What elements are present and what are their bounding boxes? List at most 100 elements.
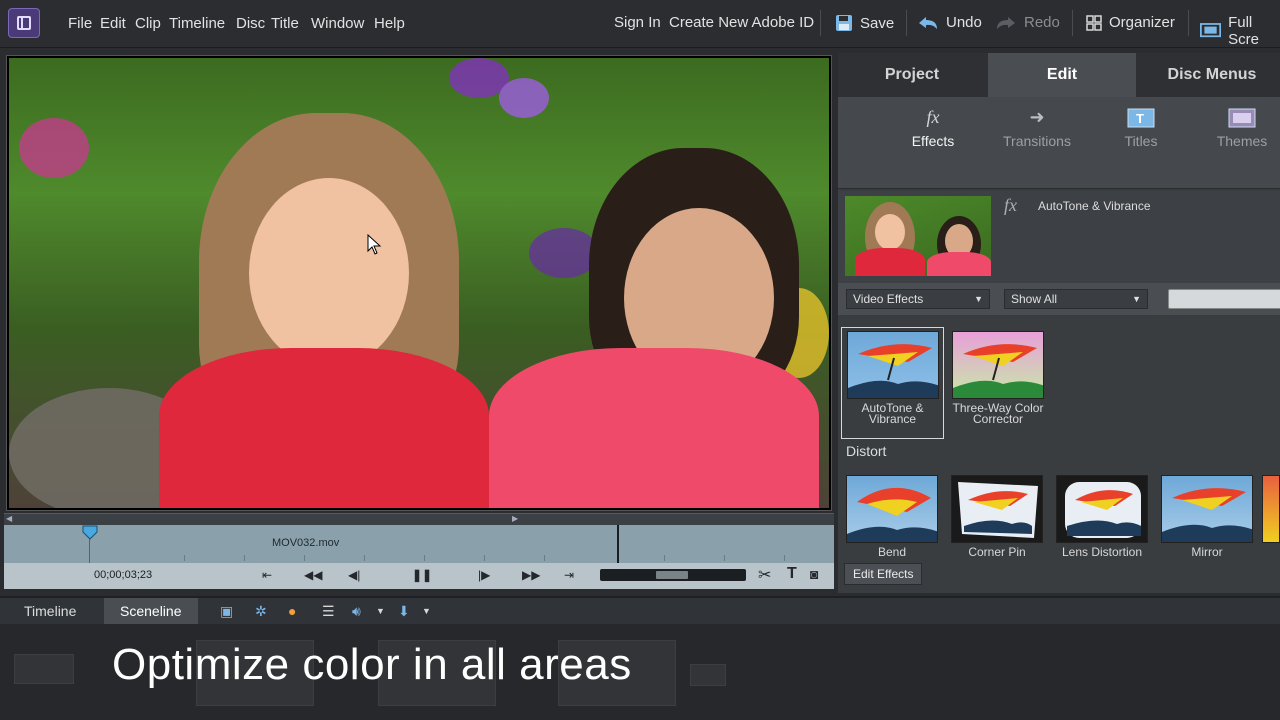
toolbar-divider <box>1072 10 1073 36</box>
save-button[interactable]: Save <box>835 14 894 32</box>
app-logo-icon[interactable] <box>8 8 40 38</box>
effects-gallery: AutoTone & Vibrance Three-Way Color Corr… <box>838 321 1280 557</box>
effect-three-way-color-corrector[interactable]: Three-Way Color Corrector <box>948 331 1048 425</box>
monitor-scrub-bar[interactable]: ◀ ▶ <box>4 513 834 525</box>
effect-label: Bend <box>877 545 907 557</box>
show-filter-value: Show All <box>1011 292 1058 306</box>
subtab-effects-label: Effects <box>911 133 955 149</box>
show-filter-dropdown[interactable]: Show All ▼ <box>1004 289 1148 309</box>
panel-tab-bar: Project Edit Disc Menus <box>838 53 1280 97</box>
mouse-cursor-icon <box>367 234 382 255</box>
transition-slot[interactable] <box>690 664 726 686</box>
effect-bend[interactable]: Bend <box>842 475 942 557</box>
transitions-icon: ➜ <box>1029 107 1045 127</box>
organizer-grid-icon <box>1086 14 1102 31</box>
go-to-in-icon[interactable]: ⇤ <box>262 568 272 582</box>
clip-name-label: MOV032.mov <box>272 537 340 549</box>
menu-timeline[interactable]: Timeline <box>169 15 225 32</box>
narration-list-icon[interactable]: ☰ <box>322 603 335 620</box>
edit-effects-button[interactable]: Edit Effects <box>844 563 923 585</box>
tab-edit[interactable]: Edit <box>988 53 1136 97</box>
subtab-titles-label: Titles <box>1124 133 1158 149</box>
mini-timeline-ruler[interactable]: MOV032.mov <box>4 525 834 563</box>
svg-text:T: T <box>1136 111 1144 126</box>
organizer-button[interactable]: Organizer <box>1086 14 1175 31</box>
redo-button[interactable]: Redo <box>995 14 1060 31</box>
subtab-themes[interactable]: Themes <box>1192 107 1280 149</box>
tab-timeline[interactable]: Timeline <box>8 598 92 624</box>
audio-volume-icon[interactable]: 🔊︎ <box>352 603 361 620</box>
full-screen-button[interactable]: Full Scre <box>1200 14 1280 48</box>
save-icon <box>836 15 852 31</box>
menu-title[interactable]: Title <box>271 15 299 32</box>
menu-file[interactable]: File <box>68 15 92 32</box>
create-adobe-id-link[interactable]: Create New Adobe ID <box>669 14 814 31</box>
effect-label: Lens Distortion <box>1061 545 1143 557</box>
effect-corner-pin[interactable]: Corner Pin <box>947 475 1047 557</box>
chevron-down-icon: ▼ <box>974 294 983 304</box>
toolbar-divider <box>1188 10 1189 36</box>
effects-filter-bar: Video Effects ▼ Show All ▼ <box>838 283 1280 315</box>
tab-disc-menus[interactable]: Disc Menus <box>1138 53 1280 97</box>
effect-category-value: Video Effects <box>853 292 924 306</box>
go-to-out-icon[interactable]: ⇥ <box>564 568 574 582</box>
chevron-down-icon[interactable]: ▼ <box>422 606 431 616</box>
video-preview[interactable] <box>9 58 829 508</box>
toolbar-divider <box>820 10 821 36</box>
scrub-end-marker-icon: ▶ <box>512 514 519 523</box>
premiere-elements-window: File Edit Clip Timeline Disc Title Windo… <box>0 0 1280 720</box>
effects-search-input[interactable] <box>1168 289 1280 309</box>
smart-trim-icon[interactable]: ✲ <box>255 603 267 620</box>
effect-autotone-vibrance[interactable]: AutoTone & Vibrance <box>841 327 944 439</box>
playhead-line <box>89 539 90 563</box>
tab-project[interactable]: Project <box>838 53 986 97</box>
effect-thumbnail <box>952 331 1044 399</box>
menu-disc[interactable]: Disc <box>236 15 265 32</box>
redo-icon <box>997 16 1015 29</box>
tab-sceneline[interactable]: Sceneline <box>104 598 198 624</box>
toolbar-divider <box>906 10 907 36</box>
undo-button[interactable]: Undo <box>917 14 982 31</box>
shuttle-slider[interactable] <box>600 569 746 581</box>
add-title-icon[interactable]: T <box>787 565 797 583</box>
selected-effect-name: AutoTone & Vibrance <box>1038 199 1151 213</box>
smart-fix-icon[interactable]: ▣ <box>220 603 233 620</box>
subtab-transitions[interactable]: ➜ Transitions <box>987 107 1087 149</box>
rewind-icon[interactable]: ◀◀ <box>304 568 322 582</box>
effect-lens-distortion[interactable]: Lens Distortion <box>1052 475 1152 557</box>
menu-bar: File Edit Clip Timeline Disc Title Windo… <box>0 0 1280 48</box>
effect-thumbnail <box>1262 475 1280 543</box>
effect-category-dropdown[interactable]: Video Effects ▼ <box>846 289 990 309</box>
effect-label-line2: Corrector <box>972 412 1023 426</box>
full-screen-icon <box>1200 23 1222 38</box>
effect-partial-next[interactable] <box>1262 475 1280 547</box>
step-back-icon[interactable]: ◀| <box>348 568 360 582</box>
subtab-effects[interactable]: fx Effects <box>883 107 983 149</box>
current-time-indicator-icon[interactable] <box>82 525 98 541</box>
shuttle-knob[interactable] <box>656 571 688 579</box>
fx-icon: fx <box>926 107 940 127</box>
split-clip-scissors-icon[interactable]: ✂ <box>758 565 771 585</box>
timecode-display[interactable]: 00;00;03;23 <box>94 569 152 581</box>
smart-mix-icon[interactable]: ● <box>288 603 296 619</box>
effect-thumbnail <box>846 475 938 543</box>
step-forward-icon[interactable]: |▶ <box>478 568 490 582</box>
video-track-ghost <box>14 654 74 684</box>
titles-icon: T <box>1127 108 1155 128</box>
menu-edit[interactable]: Edit <box>100 15 126 32</box>
menu-clip[interactable]: Clip <box>135 15 161 32</box>
sign-in-link[interactable]: Sign In <box>614 14 661 31</box>
effect-thumbnail <box>1161 475 1253 543</box>
freeze-frame-camera-icon[interactable]: ◙ <box>810 566 818 582</box>
scrub-start-marker-icon: ◀ <box>6 514 13 523</box>
menu-help[interactable]: Help <box>374 15 405 32</box>
subtab-titles[interactable]: T Titles <box>1091 107 1191 149</box>
effect-mirror[interactable]: Mirror <box>1157 475 1257 557</box>
category-label-distort: Distort <box>846 443 887 459</box>
chevron-down-icon[interactable]: ▼ <box>376 606 385 616</box>
effect-preview-area: fx AutoTone & Vibrance <box>838 191 1280 283</box>
fast-forward-icon[interactable]: ▶▶ <box>522 568 540 582</box>
pause-icon[interactable]: ❚❚ <box>412 568 432 582</box>
menu-window[interactable]: Window <box>311 15 364 32</box>
marker-icon[interactable]: ⬇ <box>398 603 410 620</box>
